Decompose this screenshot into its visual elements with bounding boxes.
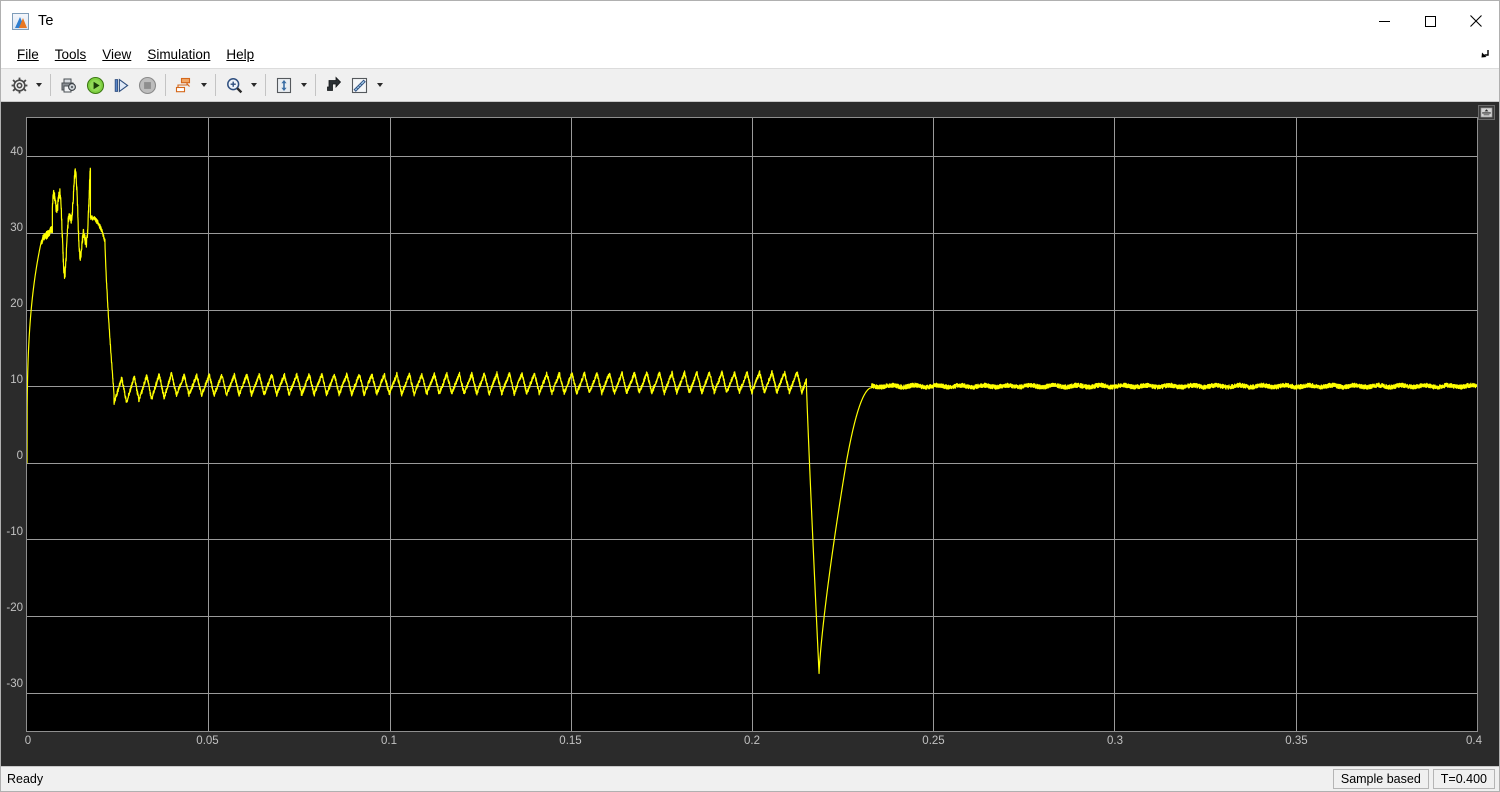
print-icon[interactable] — [56, 72, 82, 98]
y-tick-30: 30 — [10, 222, 23, 234]
minimize-icon[interactable] — [1361, 1, 1407, 41]
configuration-properties-icon[interactable] — [6, 72, 32, 98]
y-tick-40: 40 — [10, 146, 23, 158]
x-tick-0.4: 0.4 — [1466, 735, 1482, 747]
toolbar-separator — [315, 74, 316, 96]
menu-view[interactable]: View — [94, 44, 139, 65]
menu-file[interactable]: File — [9, 44, 47, 65]
menu-simulation-label: Simulation — [147, 47, 211, 62]
menu-tools[interactable]: Tools — [47, 44, 95, 65]
window-title: Te — [38, 13, 54, 29]
zoom-in-dropdown-icon[interactable] — [247, 72, 260, 98]
zoom-in-icon[interactable] — [221, 72, 247, 98]
measurements-icon[interactable] — [347, 72, 373, 98]
signal-trace — [27, 167, 1477, 675]
frame-mode-cell: Sample based — [1332, 769, 1429, 789]
y-tick-10: 10 — [10, 374, 23, 386]
trigger-icon[interactable] — [321, 72, 347, 98]
toolbar — [1, 68, 1499, 102]
scope-window: Te File Tools View Simulation Help 40 30… — [0, 0, 1500, 792]
toolbar-separator — [265, 74, 266, 96]
y-tick-0: 0 — [16, 450, 23, 462]
signal-selection-icon[interactable] — [171, 72, 197, 98]
x-tick-0.25: 0.25 — [922, 735, 945, 747]
scope-plot-area: 40 30 20 10 0 -10 -20 -30 0 0.05 0.1 0.1… — [1, 102, 1499, 766]
x-axis-labels: 0 0.05 0.1 0.15 0.2 0.25 0.3 0.35 0.4 — [24, 735, 1482, 755]
window-controls — [1361, 1, 1499, 41]
collapse-ribbon-icon[interactable] — [1477, 47, 1491, 61]
x-tick-0.1: 0.1 — [381, 735, 397, 747]
x-tick-0.35: 0.35 — [1285, 735, 1308, 747]
autoscale-dropdown-icon[interactable] — [297, 72, 310, 98]
status-text: Ready — [7, 772, 44, 786]
y-tick--30: -30 — [6, 678, 23, 690]
y-tick-20: 20 — [10, 298, 23, 310]
configuration-properties-dropdown-icon[interactable] — [32, 72, 45, 98]
menu-bar: File Tools View Simulation Help — [1, 41, 1499, 68]
toolbar-separator — [215, 74, 216, 96]
expand-panel-icon[interactable] — [1478, 105, 1495, 120]
status-cells: Sample based T=0.400 — [1329, 769, 1495, 789]
matlab-icon — [12, 12, 29, 30]
step-forward-icon[interactable] — [108, 72, 134, 98]
x-tick-0.2: 0.2 — [744, 735, 760, 747]
toolbar-separator — [50, 74, 51, 96]
y-tick--20: -20 — [6, 602, 23, 614]
y-tick--10: -10 — [6, 526, 23, 538]
trace-Te — [27, 167, 1477, 675]
x-tick-0.15: 0.15 — [559, 735, 582, 747]
toolbar-separator — [165, 74, 166, 96]
x-tick-0: 0 — [24, 735, 32, 747]
run-icon[interactable] — [82, 72, 108, 98]
signal-selection-dropdown-icon[interactable] — [197, 72, 210, 98]
menu-help[interactable]: Help — [218, 44, 262, 65]
y-axis-labels: 40 30 20 10 0 -10 -20 -30 — [1, 117, 26, 734]
axes[interactable] — [26, 117, 1478, 732]
maximize-icon[interactable] — [1407, 1, 1453, 41]
title-bar: Te — [1, 1, 1499, 41]
menu-view-label: View — [102, 47, 132, 62]
menu-simulation[interactable]: Simulation — [139, 44, 218, 65]
menu-help-label: Help — [226, 47, 255, 62]
status-bar: Ready Sample based T=0.400 — [1, 766, 1499, 791]
autoscale-icon[interactable] — [271, 72, 297, 98]
stop-icon[interactable] — [134, 72, 160, 98]
x-tick-0.05: 0.05 — [196, 735, 219, 747]
measurements-dropdown-icon[interactable] — [373, 72, 386, 98]
menu-file-label: File — [17, 47, 39, 62]
x-tick-0.3: 0.3 — [1107, 735, 1123, 747]
simulation-time-cell: T=0.400 — [1432, 769, 1495, 789]
close-icon[interactable] — [1453, 1, 1499, 41]
menu-tools-label: Tools — [54, 47, 87, 62]
